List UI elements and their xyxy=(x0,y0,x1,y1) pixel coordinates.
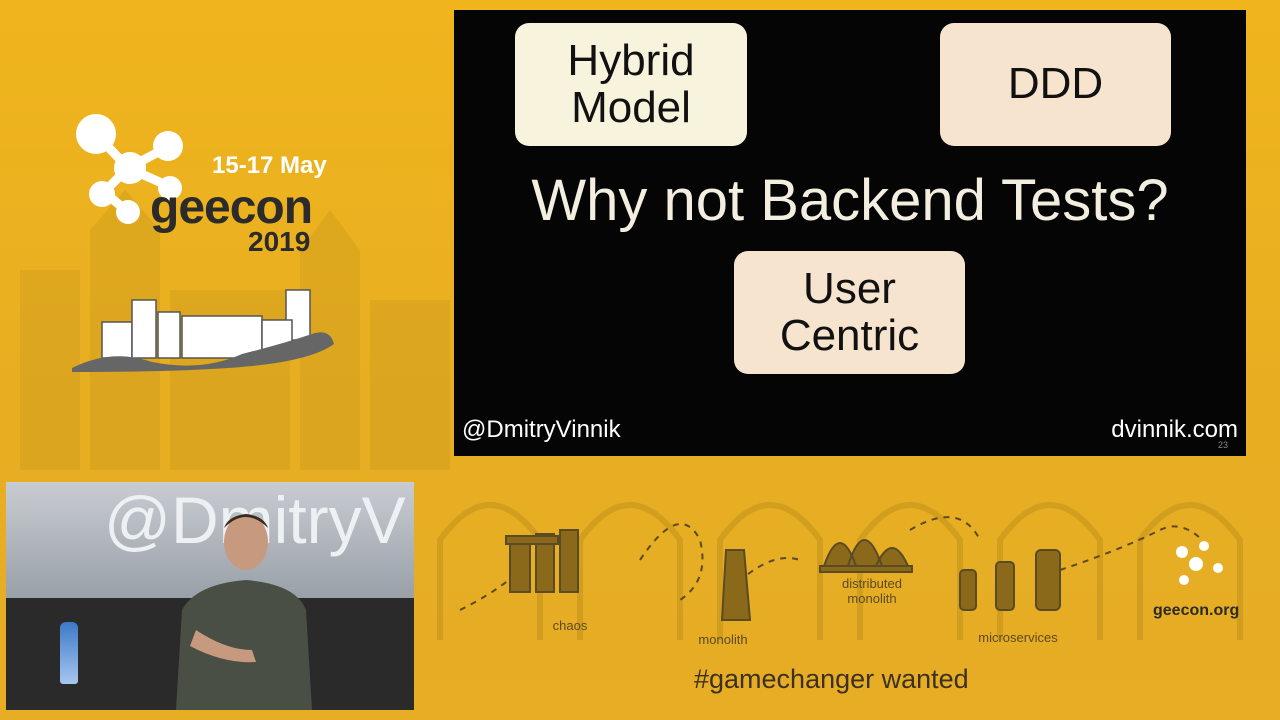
moai-statues-icon xyxy=(959,549,1061,611)
slide-title: Why not Backend Tests? xyxy=(531,168,1169,233)
ddd-box: DDD xyxy=(940,23,1171,146)
castle-illustration xyxy=(72,289,334,372)
presentation-slide: Hybrid Model DDD Why not Backend Tests? … xyxy=(454,10,1246,456)
geecon-logo: 15-17 May geecon 2019 xyxy=(72,112,342,382)
speaker-figure xyxy=(176,514,312,710)
speaker-handle: @DmitryVinnik xyxy=(462,416,621,443)
stage-label-monolith: monolith xyxy=(698,632,748,647)
slide-page-number: 23 xyxy=(1217,440,1228,450)
conference-dates: 15-17 May xyxy=(212,152,327,179)
geecon-small-molecule-icon xyxy=(1176,541,1223,585)
hybrid-model-box: Hybrid Model xyxy=(515,23,747,146)
stage-label-distributed-monolith: distributed monolith xyxy=(842,576,902,606)
leaning-tower-icon xyxy=(720,549,752,621)
hashtag: #gamechanger wanted xyxy=(694,664,969,694)
opera-house-icon xyxy=(819,539,913,573)
conference-year: 2019 xyxy=(248,226,311,257)
water-bottle xyxy=(60,622,78,684)
speaker-video: @DmitryV xyxy=(6,482,414,710)
stage-label-chaos: chaos xyxy=(552,618,588,633)
timeline-banner: chaos monolith distributed monolith micr… xyxy=(440,490,1280,720)
user-centric-box: User Centric xyxy=(734,251,965,374)
stonehenge-icon xyxy=(505,529,579,593)
stage-label-microservices: microservices xyxy=(978,630,1058,645)
geecon-url: geecon.org xyxy=(1153,602,1240,619)
